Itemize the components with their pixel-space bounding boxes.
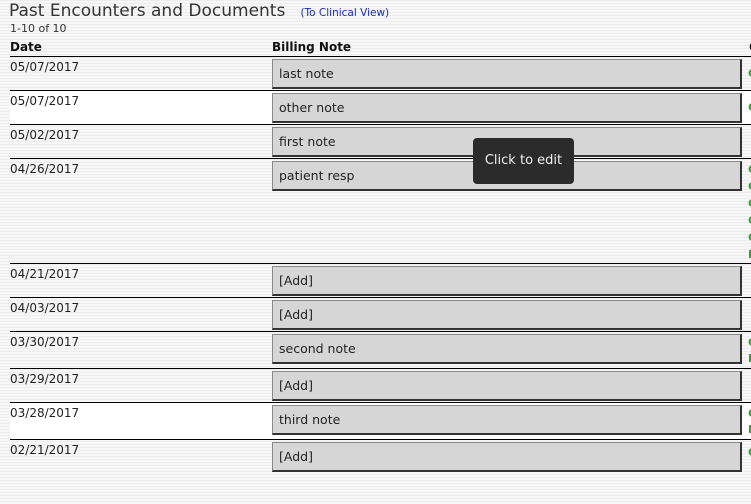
row-date: 04/03/2017 [10,301,80,315]
row-date: 03/29/2017 [10,372,80,386]
table-header: Date Billing Note C [10,40,751,57]
billing-note-add-button[interactable]: [Add] [272,371,742,401]
row-date: 05/07/2017 [10,94,80,108]
table-row: 05/07/2017 last note C [10,57,751,91]
billing-note-add-button[interactable]: [Add] [272,300,742,330]
table-row: 02/21/2017 [Add] C [10,440,751,473]
row-date: 05/02/2017 [10,128,80,142]
billing-note-add-button[interactable]: [Add] [272,266,742,296]
billing-note-button[interactable]: other note [272,93,742,123]
clinical-view-link[interactable]: (To Clinical View) [300,0,389,26]
row-date: 04/26/2017 [10,162,80,176]
billing-note-add-button[interactable]: [Add] [272,442,742,472]
billing-note-button[interactable]: third note [272,405,742,435]
row-date: 03/28/2017 [10,406,80,420]
billing-note-button[interactable]: last note [272,59,742,89]
table-row: 04/21/2017 [Add] [10,264,751,298]
table-row: 03/28/2017 third note C I [10,403,751,440]
table-row: 03/30/2017 second note C I [10,332,751,369]
record-count: 1-10 of 10 [10,22,67,35]
edit-tooltip: Click to edit [473,138,574,184]
column-header-date[interactable]: Date [10,40,42,54]
title-row: Past Encounters and Documents (To Clinic… [9,0,389,22]
column-header-billing-note[interactable]: Billing Note [272,40,351,54]
table-row: 04/26/2017 patient resp C C C C C I [10,159,751,264]
billing-note-button[interactable]: second note [272,334,742,364]
row-date: 04/21/2017 [10,267,80,281]
table-row: 05/02/2017 first note [10,125,751,159]
page-title: Past Encounters and Documents [9,1,286,21]
row-date: 03/30/2017 [10,335,80,349]
table-row: 05/07/2017 other note C [10,91,751,125]
table-row: 03/29/2017 [Add] [10,369,751,403]
row-date: 05/07/2017 [10,60,80,74]
row-date: 02/21/2017 [10,443,80,457]
table-row: 04/03/2017 [Add] [10,298,751,332]
